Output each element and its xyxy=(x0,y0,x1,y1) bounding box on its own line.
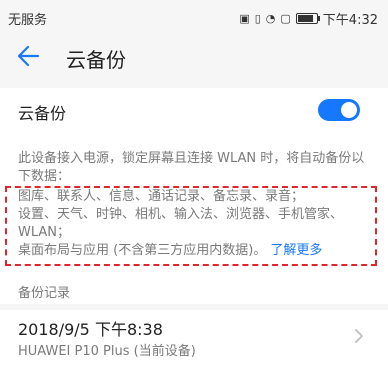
backup-description: 此设备接入电源，锁定屏幕且连接 WLAN 时，将自动备份以下数据： xyxy=(18,150,368,186)
description-intro: 此设备接入电源，锁定屏幕且连接 WLAN 时，将自动备份以下数据： xyxy=(18,151,365,184)
carrier-status: 无服务 xyxy=(8,13,48,28)
backup-record-item[interactable]: 2018/9/5 下午8:38 HUAWEI P10 Plus (当前设备) xyxy=(0,310,388,368)
clock: 下午4:32 xyxy=(322,13,378,28)
sim-icon: ▢ xyxy=(280,11,291,25)
wifi-icon: ◔ xyxy=(265,11,276,25)
backup-records-title: 备份记录 xyxy=(18,286,71,301)
chevron-right-icon xyxy=(355,329,363,343)
vibrate-icon: ▯ xyxy=(254,11,261,25)
page-title: 云备份 xyxy=(66,48,126,72)
back-arrow-icon[interactable] xyxy=(14,42,42,70)
items-line-1: 图库、联系人、信息、通话记录、备忘录、录音； xyxy=(18,189,305,204)
nfc-icon: ▣ xyxy=(239,11,250,25)
battery-icon xyxy=(295,13,320,24)
record-device: HUAWEI P10 Plus (当前设备) xyxy=(18,344,196,359)
app-bar: 云备份 xyxy=(0,34,388,78)
cloud-backup-switch[interactable] xyxy=(318,99,360,121)
cloud-backup-row[interactable]: 云备份 xyxy=(0,88,388,132)
record-date: 2018/9/5 下午8:38 xyxy=(18,320,163,339)
items-line-2: 设置、天气、时钟、相机、输入法、浏览器、手机管家、WLAN； xyxy=(18,207,344,240)
status-bar: 无服务 ▣ ▯ ◔ ▢ 下午4:32 xyxy=(0,0,388,34)
items-line-3: 桌面布局与应用 (不含第三方应用内数据)。 了解更多 xyxy=(18,242,368,260)
switch-knob xyxy=(341,102,357,118)
items-line-3-text: 桌面布局与应用 (不含第三方应用内数据)。 xyxy=(18,243,267,258)
header-gap xyxy=(0,78,388,88)
cloud-backup-label: 云备份 xyxy=(18,104,67,123)
learn-more-link[interactable]: 了解更多 xyxy=(270,243,322,258)
status-icons: ▣ ▯ ◔ ▢ 下午4:32 xyxy=(239,9,378,29)
backup-items: 图库、联系人、信息、通话记录、备忘录、录音； 设置、天气、时钟、相机、输入法、浏… xyxy=(18,188,368,260)
